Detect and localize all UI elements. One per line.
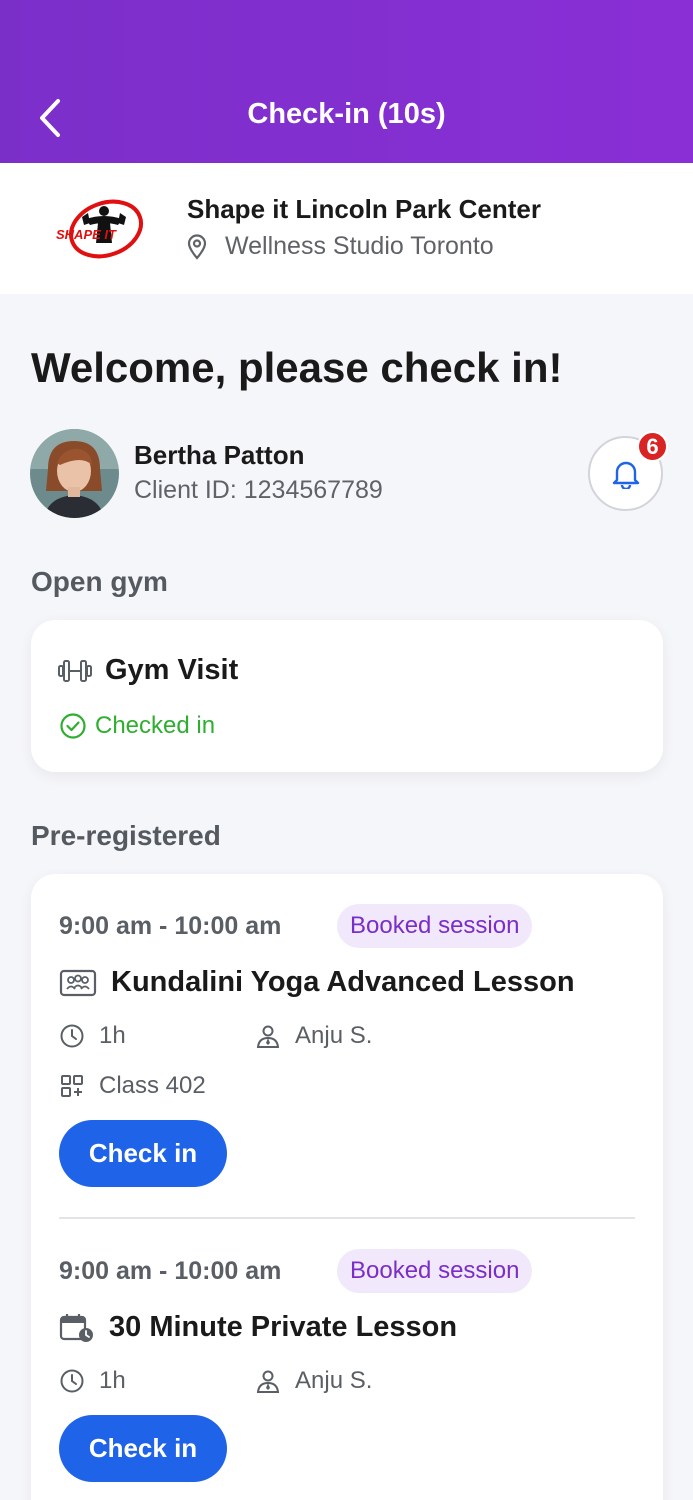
- clock-icon: [60, 1024, 84, 1048]
- gym-visit-title: Gym Visit: [57, 654, 238, 687]
- center-location-text: Wellness Studio Toronto: [225, 232, 494, 260]
- check-in-button[interactable]: Check in: [59, 1120, 227, 1187]
- session-instructor: Anju S.: [255, 1022, 372, 1050]
- page-title: Check-in (10s): [247, 98, 446, 130]
- check-circle-icon: [60, 713, 86, 739]
- gym-visit-card[interactable]: Gym Visit Checked in: [31, 620, 663, 772]
- session-instructor-text: Anju S.: [295, 1022, 373, 1049]
- clock-icon: [60, 1369, 84, 1393]
- gym-visit-status: Checked in: [59, 712, 215, 740]
- calendar-clock-icon: [59, 1313, 93, 1342]
- session-title: 30 Minute Private Lesson: [59, 1311, 457, 1344]
- center-logo: SHAPE IT: [52, 193, 148, 265]
- session-title: Kundalini Yoga Advanced Lesson: [59, 966, 575, 999]
- bell-icon: [612, 461, 639, 489]
- session-room-text: Class 402: [99, 1072, 206, 1099]
- session-room: Class 402: [59, 1072, 206, 1100]
- gym-visit-title-text: Gym Visit: [105, 654, 239, 686]
- session-time: 9:00 am - 10:00 am: [59, 912, 282, 940]
- map-pin-icon: [187, 233, 207, 260]
- session-instructor: Anju S.: [255, 1367, 372, 1395]
- welcome-heading: Welcome, please check in!: [31, 344, 563, 391]
- booked-session-badge: Booked session: [337, 904, 533, 948]
- session-duration-text: 1h: [99, 1367, 126, 1394]
- group-class-icon: [59, 969, 97, 996]
- center-name: Shape it Lincoln Park Center: [187, 194, 541, 224]
- session-duration: 1h: [59, 1367, 126, 1395]
- room-icon: [61, 1075, 83, 1097]
- pre-registered-label: Pre-registered: [31, 820, 221, 851]
- session-title-text: 30 Minute Private Lesson: [109, 1311, 458, 1343]
- notification-count-badge: 6: [637, 431, 668, 462]
- session-duration: 1h: [59, 1022, 126, 1050]
- client-name: Bertha Patton: [134, 440, 305, 470]
- client-id: Client ID: 1234567789: [134, 476, 383, 504]
- gym-visit-status-text: Checked in: [95, 712, 216, 739]
- booked-session-badge: Booked session: [337, 1249, 533, 1293]
- svg-text:SHAPE IT: SHAPE IT: [56, 227, 117, 242]
- session-instructor-text: Anju S.: [295, 1367, 373, 1394]
- center-location: Wellness Studio Toronto: [187, 232, 494, 261]
- session-time: 9:00 am - 10:00 am: [59, 1257, 282, 1285]
- session-title-text: Kundalini Yoga Advanced Lesson: [111, 966, 575, 998]
- instructor-icon: [256, 1370, 280, 1393]
- avatar: [30, 429, 119, 518]
- pre-registered-card: 9:00 am - 10:00 am Booked session Kundal…: [31, 874, 663, 1500]
- open-gym-label: Open gym: [31, 566, 168, 597]
- session-duration-text: 1h: [99, 1022, 126, 1049]
- app-header: Check-in (10s): [0, 0, 693, 163]
- dumbbell-icon: [58, 659, 92, 682]
- session-divider: [59, 1217, 635, 1219]
- instructor-icon: [256, 1025, 280, 1048]
- check-in-button[interactable]: Check in: [59, 1415, 227, 1482]
